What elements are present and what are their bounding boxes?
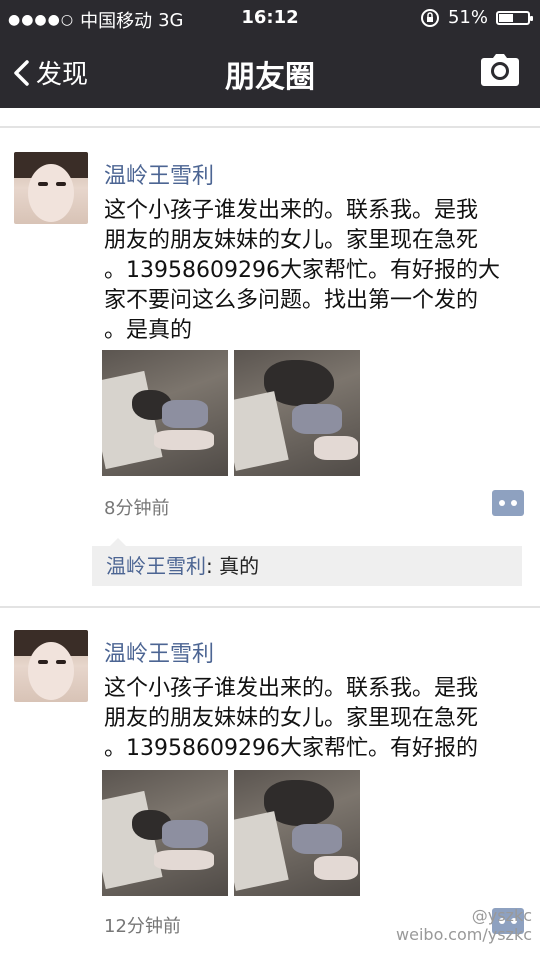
post-photo[interactable]: [234, 770, 360, 896]
post-photo[interactable]: [102, 770, 228, 896]
post-text-line: 家不要问这么多问题。找出第一个发的: [104, 288, 479, 313]
photo-shirt: [292, 404, 342, 434]
post-text-line: 。是真的: [104, 318, 193, 343]
camera-button[interactable]: [480, 54, 520, 90]
weibo-url: weibo.com/yszkc: [396, 925, 532, 944]
comment-text: 真的: [219, 554, 260, 578]
comment-separator: :: [206, 554, 213, 578]
weibo-handle: @yszkc: [471, 906, 532, 925]
page-title: 朋友圈: [225, 60, 315, 95]
post-text-line: 这个小孩子谁发出来的。联系我。是我: [104, 676, 479, 701]
avatar-eye: [56, 660, 66, 664]
post-photo[interactable]: [234, 350, 360, 476]
post-divider: [0, 606, 540, 608]
photo-shirt: [162, 400, 208, 428]
photo-paper: [234, 811, 289, 891]
comment-box: 温岭王雪利: 真的: [92, 538, 522, 586]
post-text-line: 朋友的朋友妹妹的女儿。家里现在急死: [104, 706, 479, 731]
photo-shirt: [162, 820, 208, 848]
post-text-line: 。13958609296大家帮忙。有好报的大: [104, 258, 500, 283]
post-author[interactable]: 温岭王雪利: [104, 158, 214, 190]
post-text: 这个小孩子谁发出来的。联系我。是我 朋友的朋友妹妹的女儿。家里现在急死 。139…: [104, 196, 524, 346]
post-text-line: 。13958609296大家帮忙。有好报的: [104, 736, 478, 761]
photo-legs: [314, 856, 358, 880]
status-bar: ●●●●○ 中国移动 3G 16:12 51%: [0, 0, 540, 36]
avatar[interactable]: [14, 630, 88, 702]
comment-author[interactable]: 温岭王雪利: [106, 554, 206, 578]
avatar-eye: [56, 182, 66, 186]
post-author[interactable]: 温岭王雪利: [104, 636, 214, 668]
battery-percent: 51%: [447, 7, 488, 28]
weibo-watermark: @yszkc weibo.com/yszkc: [396, 906, 532, 944]
avatar-face: [28, 164, 74, 222]
comment-button[interactable]: [492, 490, 524, 516]
photo-legs: [314, 436, 358, 460]
post-text: 这个小孩子谁发出来的。联系我。是我 朋友的朋友妹妹的女儿。家里现在急死 。139…: [104, 674, 524, 764]
rotation-lock-icon: [420, 8, 439, 27]
avatar[interactable]: [14, 152, 88, 224]
photo-paper: [102, 370, 163, 470]
camera-icon: [481, 54, 519, 86]
avatar-face: [28, 642, 74, 700]
photo-paper: [102, 790, 163, 890]
photo-shirt: [292, 824, 342, 854]
post-time: 8分钟前: [104, 498, 170, 519]
post-text-line: 这个小孩子谁发出来的。联系我。是我: [104, 198, 479, 223]
post-time: 12分钟前: [104, 916, 181, 937]
status-right: 51%: [420, 7, 533, 28]
photo-legs: [154, 850, 214, 870]
post-text-line: 朋友的朋友妹妹的女儿。家里现在急死: [104, 228, 479, 253]
battery-icon: [496, 10, 533, 25]
photo-paper: [234, 391, 289, 471]
avatar-eye: [38, 660, 48, 664]
avatar-eye: [38, 182, 48, 186]
post-divider: [0, 126, 540, 128]
post-photo[interactable]: [102, 350, 228, 476]
battery-fill: [499, 13, 513, 22]
photo-legs: [154, 430, 214, 450]
nav-bar: 发现 朋友圈: [0, 36, 540, 108]
